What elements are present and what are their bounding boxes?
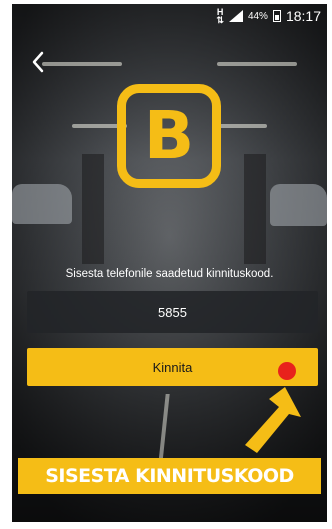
tap-marker	[278, 362, 296, 380]
status-time: 18:17	[285, 8, 321, 24]
confirm-button[interactable]: Kinnita	[27, 348, 318, 386]
app-logo: B	[117, 84, 221, 188]
status-bar: H ⇅ 44% 18:17	[12, 4, 327, 28]
background-car	[12, 184, 72, 224]
background-pillar	[82, 154, 104, 264]
annotation-banner: SISESTA KINNITUSKOOD	[18, 458, 321, 494]
battery-icon	[272, 10, 281, 22]
background-pillar	[244, 154, 266, 264]
verification-code-input[interactable]	[27, 291, 318, 333]
background-ceiling-light	[42, 62, 122, 66]
chevron-left-icon	[32, 51, 44, 73]
back-button[interactable]	[26, 48, 50, 76]
annotation-text: SISESTA KINNITUSKOOD	[45, 465, 294, 487]
background-ceiling-light	[217, 62, 297, 66]
background-floor-line	[158, 394, 170, 464]
arrow-up-right-icon	[245, 387, 301, 453]
network-type-indicator: H ⇅	[216, 7, 224, 25]
background-car	[270, 184, 327, 226]
instruction-text: Sisesta telefonile saadetud kinnituskood…	[65, 268, 274, 280]
logo-letter: B	[143, 97, 195, 174]
battery-percentage: 44%	[247, 10, 268, 22]
app-screen: H ⇅ 44% 18:17 B Sisesta telefonile saadet…	[12, 4, 327, 522]
signal-strength-icon	[228, 10, 243, 22]
